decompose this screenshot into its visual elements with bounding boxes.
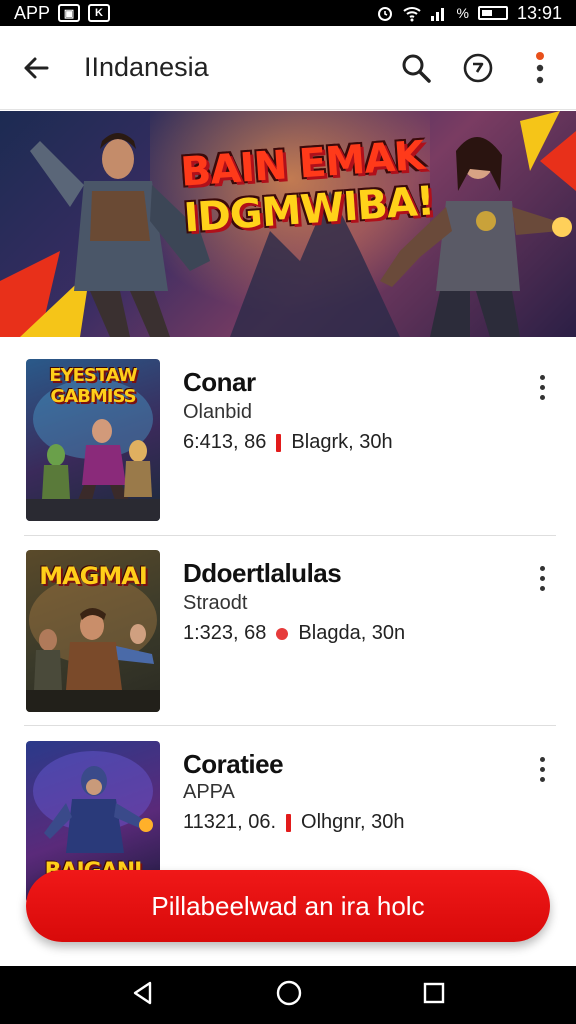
recents-square-icon[interactable] — [422, 981, 446, 1010]
game-subtitle: Straodt — [183, 592, 248, 614]
status-marker-icon — [276, 433, 282, 452]
game-badge: Blagrk, 30h — [291, 431, 393, 453]
game-badge: Blagda, 30n — [298, 622, 406, 644]
search-icon[interactable] — [398, 50, 434, 86]
more-options-icon[interactable] — [530, 560, 554, 596]
thumbnail-title: MAGMAI — [39, 562, 148, 590]
wifi-icon — [402, 7, 421, 22]
history-icon[interactable] — [460, 50, 496, 86]
promo-banner[interactable]: BAIN EMAK IDGMWIBA! — [0, 111, 576, 337]
back-triangle-icon[interactable] — [130, 980, 156, 1011]
system-nav-bar — [0, 966, 576, 1024]
signal-icon — [430, 8, 444, 21]
clock: 13:91 — [516, 2, 562, 23]
status-dot-icon — [276, 627, 289, 640]
game-stats: 1:323, 68 — [183, 622, 267, 644]
more-vert-icon[interactable] — [522, 50, 558, 86]
game-meta: 11321, 06. Olhgnr, 30h — [183, 811, 404, 834]
game-badge: Olhgnr, 30h — [301, 811, 405, 833]
list-item[interactable]: MAGMAI Ddoertlalulas Straodt 1:323, 68 B… — [0, 528, 576, 718]
game-thumbnail[interactable]: EYESTAW GABMISS — [26, 359, 160, 521]
carrier-label: APP — [14, 2, 51, 23]
list-item[interactable]: EYESTAW GABMISS Conar Olanbid 6:413, 86 … — [0, 337, 576, 527]
game-subtitle: Olanbid — [183, 401, 252, 423]
game-thumbnail[interactable]: MAGMAI — [26, 550, 160, 712]
game-meta: 1:323, 68 Blagda, 30n — [183, 622, 405, 645]
game-title: Conar — [183, 367, 256, 397]
status-marker-icon — [286, 813, 292, 832]
signal-percent: % — [456, 5, 469, 21]
game-meta: 6:413, 86 Blagrk, 30h — [183, 431, 393, 454]
game-stats: 11321, 06. — [183, 811, 277, 833]
app-notification-icon: K — [88, 4, 111, 22]
alarm-icon — [377, 7, 392, 21]
page-title: IIndanesia — [84, 52, 209, 82]
status-bar: APP ▣ K % 13:91 — [0, 0, 576, 26]
game-title: Ddoertlalulas — [183, 558, 342, 588]
game-title: Coratiee — [183, 749, 284, 779]
banner-title: BAIN EMAK IDGMWIBA! — [179, 132, 435, 242]
app-bar: IIndanesia — [0, 26, 576, 110]
more-options-icon[interactable] — [530, 369, 554, 405]
game-stats: 6:413, 86 — [183, 431, 267, 453]
back-arrow-icon[interactable] — [18, 50, 54, 86]
gallery-notification-icon: ▣ — [58, 4, 81, 22]
battery-icon — [477, 6, 508, 20]
primary-action-button[interactable]: Pillabeelwad an ira holc — [26, 870, 550, 942]
more-options-icon[interactable] — [530, 751, 554, 787]
home-circle-icon[interactable] — [275, 979, 303, 1012]
game-subtitle: APPA — [183, 781, 235, 803]
thumbnail-title: EYESTAW GABMISS — [49, 365, 137, 407]
